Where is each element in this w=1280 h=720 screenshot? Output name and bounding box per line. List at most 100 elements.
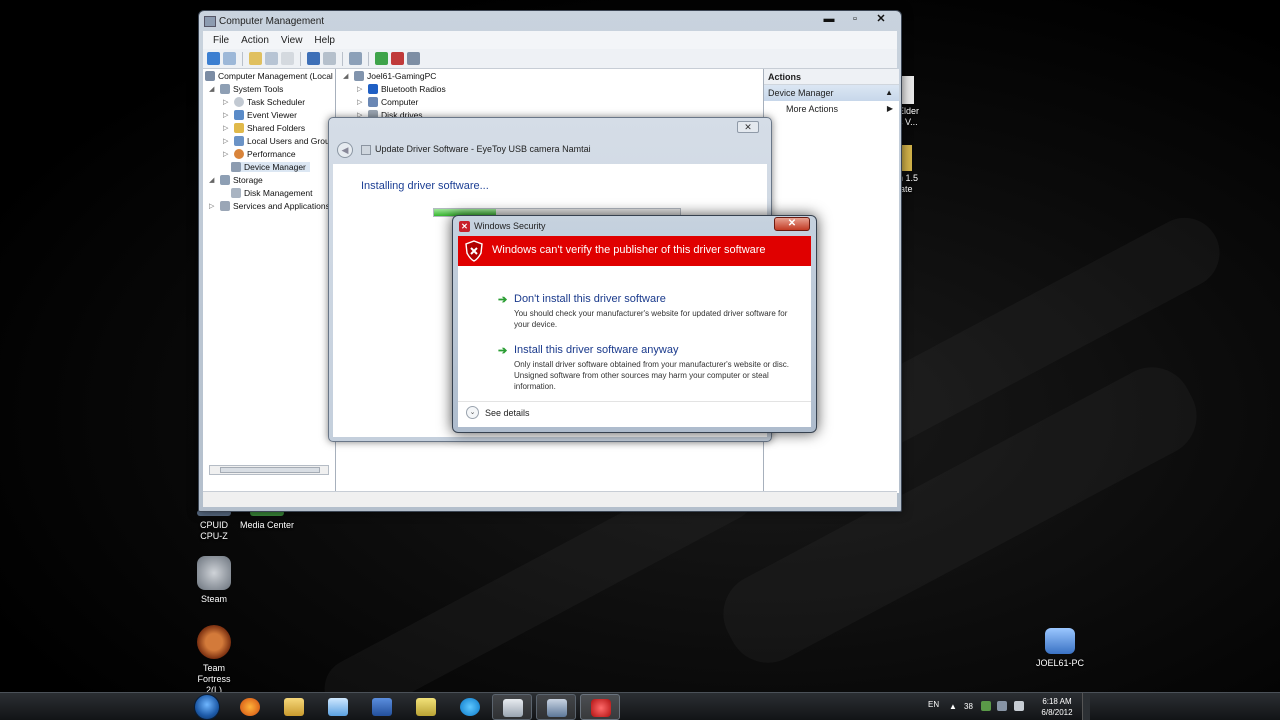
option-description: You should check your manufacturer's web… [514, 309, 788, 329]
back-icon[interactable] [207, 52, 220, 65]
see-details-toggle[interactable]: ⌄ See details [466, 406, 530, 419]
back-button[interactable]: ◀ [337, 142, 353, 158]
taskbar-app[interactable] [318, 694, 358, 720]
option-heading[interactable]: Don't install this driver software [514, 293, 666, 305]
toolbar-separator [300, 51, 301, 66]
divider [458, 401, 811, 402]
expand-arrow-icon[interactable]: ▷ [223, 124, 231, 132]
tree-item-task-scheduler[interactable]: ▷ Task Scheduler [223, 97, 305, 107]
minimize-button[interactable]: ▬ [817, 13, 841, 27]
close-button[interactable]: ✕ [869, 13, 893, 27]
taskbar-firefox[interactable] [230, 694, 270, 720]
tree-item-computer-management[interactable]: Computer Management (Local [205, 71, 333, 81]
show-hidden-icons-arrow[interactable]: ▲ [949, 693, 957, 720]
shield-warning-icon [465, 240, 483, 262]
word-icon [372, 698, 392, 716]
device-category-computer[interactable]: ▷ Computer [357, 97, 418, 107]
expand-arrow-icon[interactable]: ▷ [209, 202, 217, 210]
taskbar-windows-security[interactable] [580, 694, 620, 720]
horizontal-scrollbar[interactable] [209, 465, 329, 475]
tree-item-disk-management[interactable]: Disk Management [231, 188, 313, 198]
device-root[interactable]: ◢ Joel61-GamingPC [343, 71, 436, 81]
tree-item-label: Device Manager [244, 162, 306, 172]
tree-item-event-viewer[interactable]: ▷ Event Viewer [223, 110, 297, 120]
close-button[interactable]: ✕ [774, 217, 810, 231]
tree-item-services[interactable]: ▷ Services and Applications [209, 201, 330, 211]
desktop-icon-media-center[interactable]: Media Center [232, 510, 302, 531]
windows-security-dialog[interactable]: ✕ Windows Security ✕ Windows can't verif… [452, 215, 817, 433]
expand-arrow-icon[interactable]: ▷ [223, 150, 231, 158]
desktop-icon-partial[interactable]: Elder s V... [898, 76, 928, 128]
collapse-arrow-icon[interactable]: ◢ [343, 72, 351, 80]
collapse-icon[interactable]: ▲ [885, 85, 893, 101]
menu-action[interactable]: Action [237, 35, 273, 46]
more-actions-item[interactable]: More Actions ▶ [764, 101, 899, 117]
computer-management-icon [503, 699, 523, 717]
tree-item-performance[interactable]: ▷ Performance [223, 149, 296, 159]
network-icon[interactable] [997, 701, 1007, 711]
taskbar-device-manager[interactable] [492, 694, 532, 720]
desktop-icon-label: Media Center [239, 520, 295, 530]
desktop-icon-tf2[interactable]: Team Fortress 2(L) [179, 625, 249, 696]
actions-section-device-manager[interactable]: Device Manager ▲ [764, 85, 899, 101]
tray-app-icon[interactable] [981, 701, 991, 711]
menu-bar: File Action View Help [203, 31, 897, 49]
tree-item-local-users[interactable]: ▷ Local Users and Group [223, 136, 334, 146]
help-icon[interactable] [307, 52, 320, 65]
scrollbar-thumb[interactable] [220, 467, 320, 473]
desktop-icon-label: CPUID CPU-Z [199, 520, 228, 541]
collapse-arrow-icon[interactable]: ◢ [209, 85, 217, 93]
partial-label: Elder [898, 106, 920, 116]
steam-icon [197, 556, 231, 590]
show-hide-tree-icon[interactable] [265, 52, 278, 65]
taskbar-update-driver[interactable] [536, 694, 576, 720]
actions-header: Actions [764, 69, 899, 85]
start-button[interactable] [194, 694, 220, 720]
tree-item-storage[interactable]: ◢ Storage [209, 175, 263, 185]
properties-icon[interactable] [323, 52, 336, 65]
update-driver-icon[interactable] [375, 52, 388, 65]
close-button[interactable]: ✕ [737, 121, 759, 133]
volume-icon[interactable] [1014, 701, 1024, 711]
show-desktop-button[interactable] [1082, 693, 1090, 720]
window-buttons: ▬ ▫ ✕ [817, 13, 893, 27]
taskbar-word[interactable] [362, 694, 402, 720]
expand-arrow-icon[interactable]: ▷ [223, 137, 231, 145]
device-category-bluetooth[interactable]: ▷ Bluetooth Radios [357, 84, 446, 94]
taskbar-folder[interactable] [406, 694, 446, 720]
tree-item-label: Event Viewer [247, 110, 297, 120]
expand-arrow-icon[interactable]: ▷ [223, 111, 231, 119]
tree-item-shared-folders[interactable]: ▷ Shared Folders [223, 123, 305, 133]
partial-label: late [898, 184, 913, 194]
up-folder-icon[interactable] [249, 52, 262, 65]
desktop-icon-computer[interactable]: JOEL61-PC [1025, 628, 1095, 669]
device-manager-icon [231, 162, 241, 172]
chevron-down-icon[interactable]: ⌄ [466, 406, 479, 419]
tree-item-label: Performance [247, 149, 296, 159]
disable-icon[interactable] [407, 52, 420, 65]
tree-item-label: Storage [233, 175, 263, 185]
maximize-button[interactable]: ▫ [843, 13, 867, 27]
forward-icon[interactable] [223, 52, 236, 65]
collapse-arrow-icon[interactable]: ◢ [209, 176, 217, 184]
menu-view[interactable]: View [277, 35, 307, 46]
clock[interactable]: 6:18 AM 6/8/2012 [1036, 696, 1078, 718]
expand-arrow-icon[interactable]: ▷ [223, 98, 231, 106]
toolbar-separator [242, 51, 243, 66]
taskbar-skype[interactable] [450, 694, 490, 720]
menu-file[interactable]: File [209, 35, 233, 46]
expand-arrow-icon[interactable]: ▷ [357, 85, 365, 93]
expand-arrow-icon[interactable]: ▷ [357, 98, 365, 106]
uninstall-icon[interactable] [391, 52, 404, 65]
desktop-icon-partial[interactable]: n 1.5 late [898, 145, 928, 195]
tree-item-device-manager[interactable]: Device Manager [231, 162, 310, 172]
export-icon[interactable] [281, 52, 294, 65]
tree-item-system-tools[interactable]: ◢ System Tools [209, 84, 283, 94]
desktop-icon-steam[interactable]: Steam [179, 556, 249, 605]
scan-hardware-icon[interactable] [349, 52, 362, 65]
menu-help[interactable]: Help [310, 35, 339, 46]
performance-icon [234, 149, 244, 159]
option-heading[interactable]: Install this driver software anyway [514, 344, 678, 356]
language-indicator[interactable]: EN [928, 693, 939, 720]
taskbar-explorer[interactable] [274, 694, 314, 720]
